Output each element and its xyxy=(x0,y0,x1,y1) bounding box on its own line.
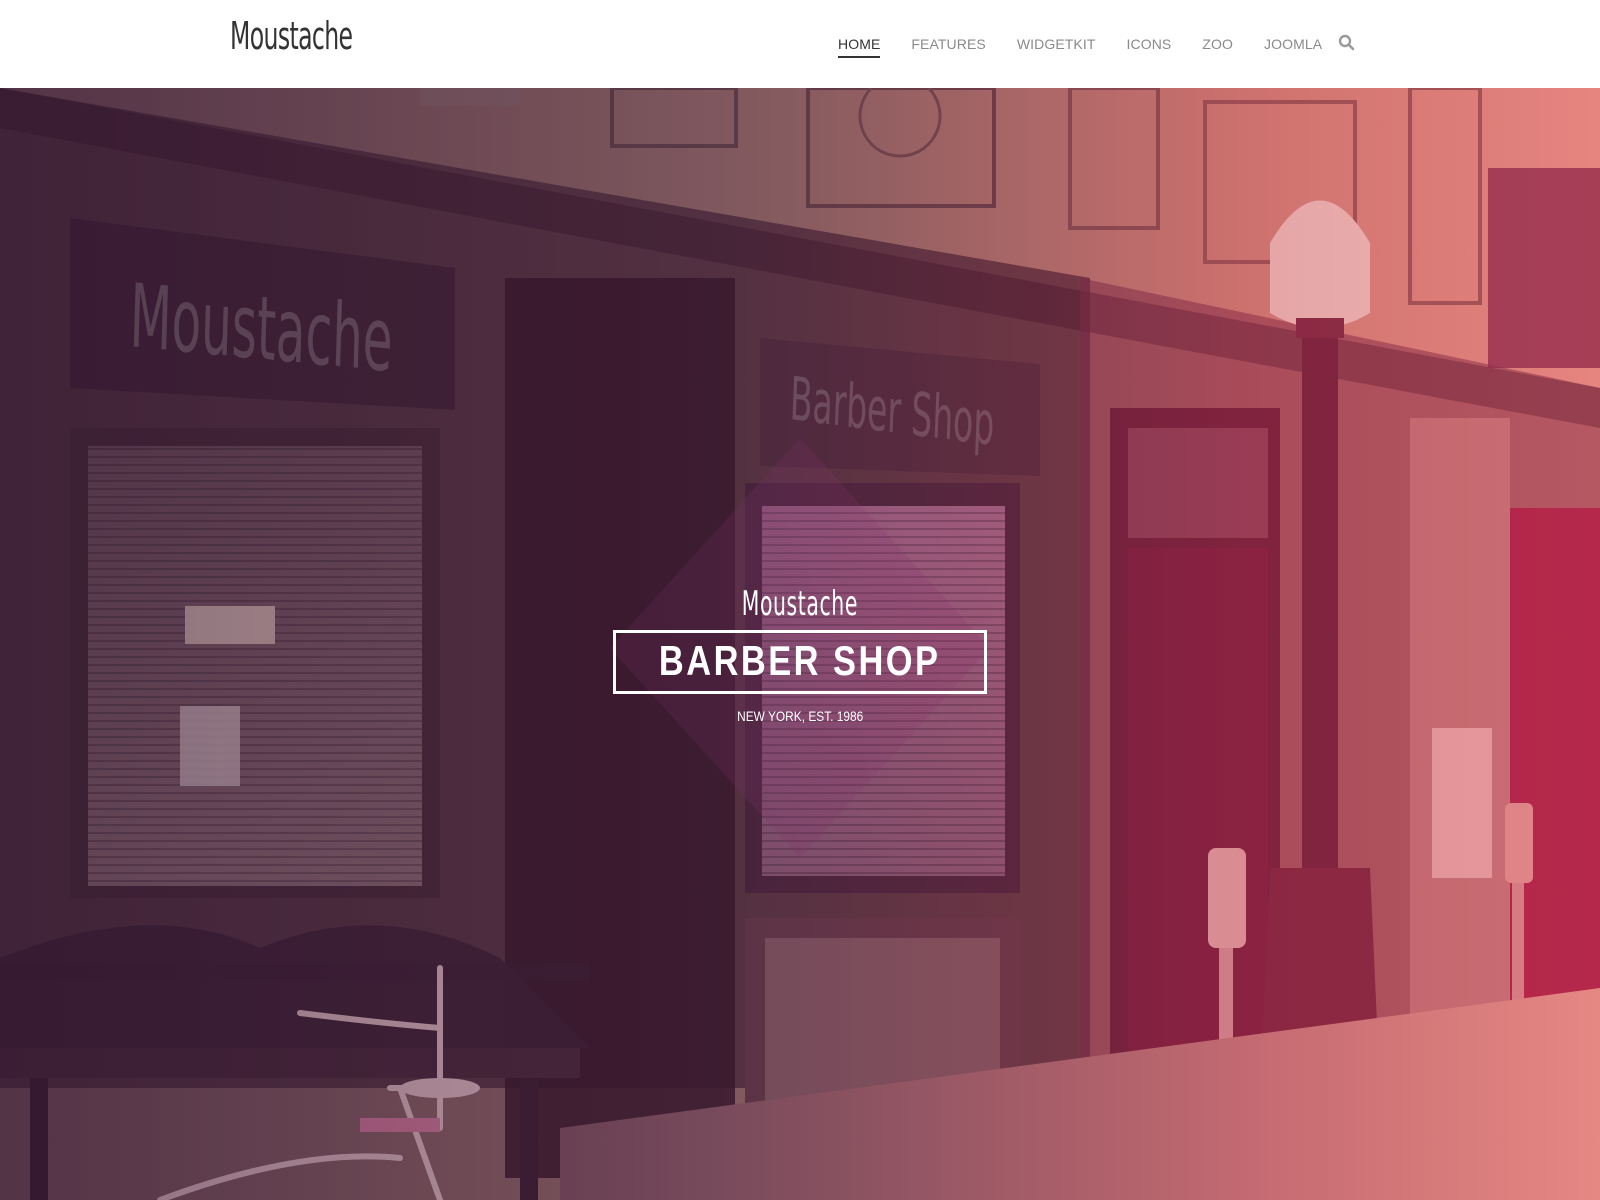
nav-item-home[interactable]: HOME xyxy=(838,30,881,58)
nav-item-widgetkit[interactable]: WIDGETKIT xyxy=(1017,30,1096,58)
nav-item-icons[interactable]: ICONS xyxy=(1127,30,1172,58)
hero-title: BARBER SHOP xyxy=(659,637,941,684)
nav-item-zoo[interactable]: ZOO xyxy=(1202,30,1233,58)
hero-tagline: Moustache xyxy=(741,584,859,624)
nav-item-features[interactable]: FEATURES xyxy=(911,30,985,58)
hero-banner: Moustache Barber Shop Moustache BARBER S… xyxy=(0,88,1600,1200)
search-icon xyxy=(1338,34,1355,51)
main-nav: HOME FEATURES WIDGETKIT ICONS ZOO JOOMLA xyxy=(838,0,1353,88)
site-header: Moustache HOME FEATURES WIDGETKIT ICONS … xyxy=(0,0,1600,88)
hero-title-frame: BARBER SHOP xyxy=(613,630,987,694)
nav-item-joomla[interactable]: JOOMLA xyxy=(1264,30,1322,58)
search-button[interactable] xyxy=(1337,33,1357,53)
hero-subtitle: NEW YORK, EST. 1986 xyxy=(736,708,864,724)
hero-title-block: Moustache BARBER SHOP NEW YORK, EST. 198… xyxy=(0,584,1600,726)
site-logo[interactable]: Moustache xyxy=(230,14,353,58)
